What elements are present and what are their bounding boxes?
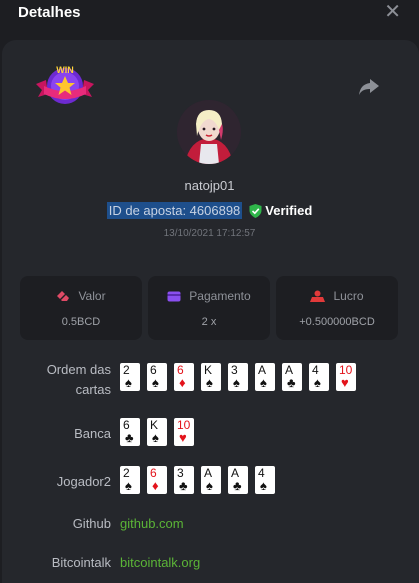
order-label: Ordem das cartas (47, 360, 111, 400)
bet-id-row: ID de aposta: 4606898 Verified (0, 202, 419, 219)
stat-valor-value: 0.5BCD (61, 316, 101, 328)
banca-label: Banca (74, 426, 111, 441)
stat-lucro-label: Lucro (333, 289, 364, 303)
stat-valor-label: Valor (78, 289, 106, 303)
playing-card: 2 ♠ (120, 466, 140, 494)
stat-valor-head: Valor (20, 289, 142, 303)
card-suit-icon: ♠ (314, 375, 321, 390)
profit-icon (310, 290, 326, 302)
card-suit-icon: ♣ (233, 478, 242, 493)
stat-valor: Valor 0.5BCD (20, 276, 142, 340)
dialog-header: Detalhes ✕ (0, 0, 419, 28)
avatar (177, 100, 241, 164)
jogador-card-list: 2 ♠ 6 ♦ 3 ♣ A ♠ A ♣ 4 ♠ (120, 466, 275, 494)
github-label: Github (72, 516, 111, 531)
playing-card: 6 ♦ (174, 363, 194, 391)
card-order-list: 2 ♠ 6 ♠ 6 ♦ K ♠ 3 ♠ A ♠ A ♣ 4 ♠ 10 ♥ (120, 363, 356, 391)
win-badge-text: WIN (56, 65, 74, 75)
avatar-image (177, 100, 241, 164)
github-link[interactable]: github.com (120, 516, 184, 531)
card-suit-icon: ♣ (125, 430, 134, 445)
playing-card: 6 ♠ (147, 363, 167, 391)
card-suit-icon: ♠ (260, 478, 267, 493)
stat-lucro-value: +0.500000BCD (299, 316, 375, 328)
playing-card: 6 ♦ (147, 466, 167, 494)
card-suit-icon: ♣ (287, 375, 296, 390)
playing-card: 6 ♣ (120, 418, 140, 446)
playing-card: K ♠ (147, 418, 167, 446)
order-label-line2: cartas (75, 382, 111, 397)
card-suit-icon: ♠ (125, 375, 132, 390)
stat-pagamento-label: Pagamento (189, 289, 251, 303)
share-icon[interactable] (358, 78, 380, 96)
bitcointalk-link[interactable]: bitcointalk.org (120, 555, 200, 570)
verified-shield-icon (249, 203, 262, 218)
username: natojp01 (184, 178, 235, 193)
playing-card: 10 ♥ (336, 363, 356, 391)
playing-card: A ♣ (282, 363, 302, 391)
dialog-title: Detalhes (18, 4, 81, 21)
bitcointalk-label: Bitcointalk (51, 555, 111, 570)
playing-card: A ♣ (228, 466, 248, 494)
playing-card: 2 ♠ (120, 363, 140, 391)
playing-card: K ♠ (201, 363, 221, 391)
stat-pagamento: Pagamento 2 x (148, 276, 270, 340)
stat-pagamento-head: Pagamento (148, 289, 270, 303)
playing-card: A ♠ (255, 363, 275, 391)
card-suit-icon: ♠ (206, 478, 213, 493)
stat-lucro-head: Lucro (276, 289, 398, 303)
card-payment-icon (167, 291, 181, 301)
stat-lucro: Lucro +0.500000BCD (276, 276, 398, 340)
card-suit-icon: ♥ (341, 375, 349, 390)
card-suit-icon: ♠ (206, 375, 213, 390)
banca-card-list: 6 ♣ K ♠ 10 ♥ (120, 418, 194, 446)
card-suit-icon: ♠ (233, 375, 240, 390)
playing-card: 4 ♠ (309, 363, 329, 391)
verified-label: Verified (265, 203, 313, 218)
playing-card: 3 ♣ (174, 466, 194, 494)
stat-pagamento-value: 2 x (201, 316, 217, 328)
close-icon[interactable]: ✕ (384, 2, 401, 22)
playing-card: A ♠ (201, 466, 221, 494)
playing-card: 4 ♠ (255, 466, 275, 494)
card-suit-icon: ♠ (152, 430, 159, 445)
order-label-line1: Ordem das (46, 362, 111, 377)
win-badge-icon: WIN (36, 65, 94, 104)
card-suit-icon: ♠ (260, 375, 267, 390)
card-suit-icon: ♥ (179, 430, 187, 445)
wager-icon (57, 291, 70, 301)
bet-timestamp: 13/10/2021 17:12:57 (163, 228, 256, 239)
bet-id[interactable]: ID de aposta: 4606898 (106, 202, 243, 219)
card-suit-icon: ♦ (152, 478, 159, 493)
jogador-label: Jogador2 (56, 474, 111, 489)
card-suit-icon: ♠ (152, 375, 159, 390)
playing-card: 3 ♠ (228, 363, 248, 391)
playing-card: 10 ♥ (174, 418, 194, 446)
card-suit-icon: ♦ (179, 375, 186, 390)
card-suit-icon: ♠ (125, 478, 132, 493)
card-suit-icon: ♣ (179, 478, 188, 493)
